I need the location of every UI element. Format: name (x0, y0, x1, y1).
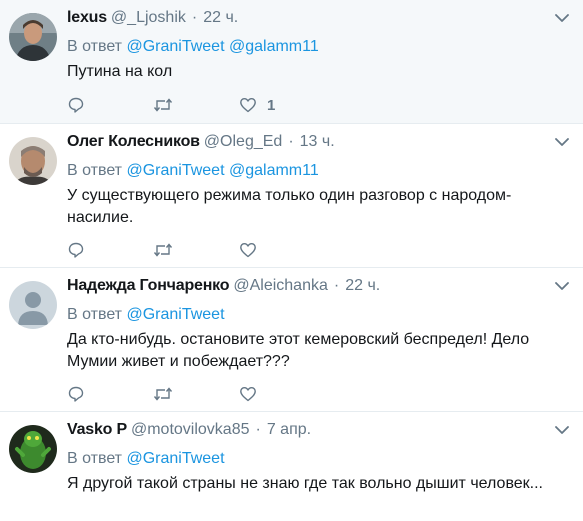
avatar[interactable] (9, 13, 57, 61)
default-avatar-icon (9, 281, 57, 329)
separator: · (333, 277, 340, 294)
tweet[interactable]: Vasko P @motovilovka85 · 7 апр. В ответ … (0, 412, 583, 521)
reply-feed: lexus @_Ljoshik · 22 ч. В ответ @GraniTw… (0, 0, 583, 521)
tweet[interactable]: Олег Колесников @Oleg_Ed · 13 ч. В ответ… (0, 124, 583, 268)
retweet-button[interactable] (153, 385, 239, 403)
reply-context: В ответ @GraniTweet @galamm11 (67, 161, 571, 181)
avatar-photo-icon (9, 137, 57, 185)
reply-label: В ответ (67, 162, 123, 179)
avatar[interactable] (9, 137, 57, 185)
retweet-icon (153, 98, 173, 112)
tweet-header: Олег Колесников @Oleg_Ed · 13 ч. (67, 132, 571, 152)
timestamp[interactable]: 7 апр. (267, 420, 311, 440)
retweet-icon (153, 387, 173, 401)
retweet-icon (153, 243, 173, 257)
reply-context: В ответ @GraniTweet (67, 305, 571, 325)
avatar-photo-icon (9, 425, 57, 473)
separator: · (191, 9, 198, 26)
tweet-actions (67, 383, 319, 405)
mention-link[interactable]: @GraniTweet (126, 162, 224, 179)
author-handle[interactable]: @Aleichanka (233, 276, 328, 296)
like-button[interactable] (239, 385, 319, 403)
tweet-text: Я другой такой страны не знаю где так во… (67, 475, 543, 492)
like-count: 1 (267, 96, 276, 114)
tweet-actions (67, 239, 319, 261)
tweet-text: Путина на кол (67, 63, 173, 80)
timestamp[interactable]: 22 ч. (345, 276, 380, 296)
author-handle[interactable]: @_Ljoshik (111, 8, 186, 28)
author-name[interactable]: Олег Колесников (67, 132, 200, 152)
reply-label: В ответ (67, 306, 123, 323)
retweet-button[interactable] (153, 96, 239, 114)
author-name[interactable]: lexus (67, 8, 107, 28)
author-name[interactable]: Надежда Гончаренко (67, 276, 230, 296)
reply-label: В ответ (67, 38, 123, 55)
avatar[interactable] (9, 425, 57, 473)
reply-context: В ответ @GraniTweet @galamm11 (67, 37, 571, 57)
mention-link[interactable]: @GraniTweet (126, 450, 224, 467)
timestamp[interactable]: 13 ч. (300, 132, 335, 152)
reply-button[interactable] (67, 385, 153, 403)
like-button[interactable]: 1 (239, 96, 319, 114)
tweet-actions: 1 (67, 94, 319, 116)
author-handle[interactable]: @motovilovka85 (131, 420, 250, 440)
reply-button[interactable] (67, 96, 153, 114)
mention-link[interactable]: @galamm11 (229, 38, 319, 55)
heart-icon (240, 98, 256, 113)
tweet-header: Vasko P @motovilovka85 · 7 апр. (67, 420, 571, 440)
tweet[interactable]: Надежда Гончаренко @Aleichanka · 22 ч. В… (0, 268, 583, 412)
reply-icon (68, 386, 84, 402)
tweet-text: У существующего режима только один разго… (67, 187, 512, 226)
heart-icon (240, 243, 256, 258)
reply-icon (68, 242, 84, 258)
heart-icon (240, 387, 256, 402)
mention-link[interactable]: @GraniTweet (126, 38, 224, 55)
retweet-button[interactable] (153, 241, 239, 259)
reply-icon (68, 97, 84, 113)
reply-label: В ответ (67, 450, 123, 467)
reply-button[interactable] (67, 241, 153, 259)
separator: · (288, 133, 294, 150)
avatar-photo-icon (9, 13, 57, 61)
mention-link[interactable]: @GraniTweet (126, 306, 224, 323)
mention-link[interactable]: @galamm11 (229, 162, 319, 179)
avatar[interactable] (9, 281, 57, 329)
separator: · (255, 421, 261, 438)
tweet[interactable]: lexus @_Ljoshik · 22 ч. В ответ @GraniTw… (0, 0, 583, 124)
author-name[interactable]: Vasko P (67, 420, 127, 440)
author-handle[interactable]: @Oleg_Ed (204, 132, 283, 152)
tweet-text: Да кто-нибудь. остановите этот кемеровск… (67, 331, 530, 370)
tweet-header: lexus @_Ljoshik · 22 ч. (67, 8, 571, 28)
like-button[interactable] (239, 241, 319, 259)
timestamp[interactable]: 22 ч. (203, 8, 238, 28)
reply-context: В ответ @GraniTweet (67, 449, 571, 469)
tweet-header: Надежда Гончаренко @Aleichanka · 22 ч. (67, 276, 571, 296)
